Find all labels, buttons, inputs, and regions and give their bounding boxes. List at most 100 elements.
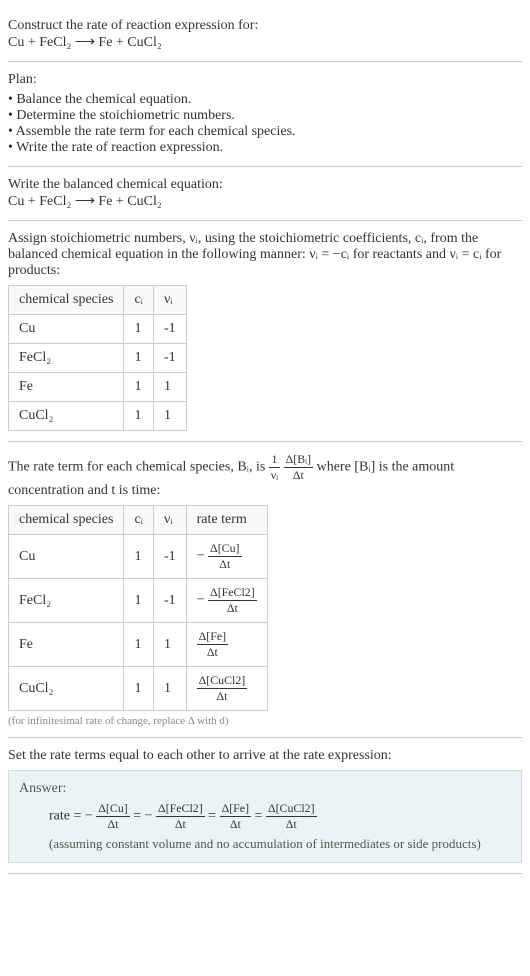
table-header-row: chemical species cᵢ νᵢ [9, 286, 187, 315]
table-header-row: chemical species cᵢ νᵢ rate term [9, 506, 268, 535]
table-row: CuCl₂ 1 1 Δ[CuCl2] Δt [9, 667, 268, 711]
rateterm-intro: The rate term for each chemical species,… [8, 452, 522, 499]
delta-b-fraction: Δ[Bᵢ] Δt [284, 452, 313, 483]
construct-title: Construct the rate of reaction expressio… [8, 18, 522, 34]
rateterm-table: chemical species cᵢ νᵢ rate term Cu 1 -1… [8, 505, 268, 711]
species-cell: CuCl₂ [9, 667, 124, 711]
fraction-numerator: Δ[Cu] [208, 541, 241, 557]
v-cell: -1 [153, 344, 186, 373]
fraction-denominator: Δt [208, 557, 241, 572]
c-cell: 1 [124, 535, 154, 579]
table-header: rate term [186, 506, 267, 535]
table-row: FeCl₂ 1 -1 [9, 344, 187, 373]
c-cell: 1 [124, 667, 154, 711]
plan-item: Write the rate of reaction expression. [8, 140, 522, 156]
c-cell: 1 [124, 402, 154, 431]
species-cell: Cu [9, 535, 124, 579]
rate-fraction: Δ[FeCl2] Δt [208, 585, 257, 616]
rate-prefix: rate = − [49, 809, 93, 824]
fraction-denominator: Δt [208, 601, 257, 616]
stoich-section: Assign stoichiometric numbers, νᵢ, using… [8, 221, 522, 442]
v-cell: 1 [153, 373, 186, 402]
rate-fraction: Δ[CuCl2] Δt [197, 673, 248, 704]
equals-sep: = − [133, 809, 152, 824]
table-header: νᵢ [153, 506, 186, 535]
fraction-denominator: Δt [220, 817, 251, 832]
rate-fraction: Δ[CuCl2] Δt [266, 801, 317, 832]
fraction-numerator: Δ[Fe] [220, 801, 251, 817]
c-cell: 1 [124, 373, 154, 402]
fraction-numerator: Δ[CuCl2] [197, 673, 248, 689]
rate-fraction: Δ[Cu] Δt [96, 801, 129, 832]
table-header: cᵢ [124, 506, 154, 535]
equals-sep: = [208, 809, 219, 824]
v-cell: -1 [153, 579, 186, 623]
species-cell: FeCl₂ [9, 344, 124, 373]
rateterm-section: The rate term for each chemical species,… [8, 442, 522, 738]
fraction-numerator: 1 [269, 452, 280, 468]
answer-box: Answer: rate = − Δ[Cu] Δt = − Δ[FeCl2] Δ… [8, 770, 522, 863]
v-cell: 1 [153, 667, 186, 711]
plan-item: Assemble the rate term for each chemical… [8, 124, 522, 140]
table-row: Fe 1 1 [9, 373, 187, 402]
answer-label: Answer: [19, 781, 511, 797]
fraction-numerator: Δ[FeCl2] [208, 585, 257, 601]
fraction-denominator: Δt [156, 817, 205, 832]
fraction-denominator: Δt [197, 645, 228, 660]
table-header: cᵢ [124, 286, 154, 315]
one-over-nu-fraction: 1 νᵢ [269, 452, 280, 483]
v-cell: -1 [153, 535, 186, 579]
table-header: chemical species [9, 286, 124, 315]
plan-section: Plan: Balance the chemical equation. Det… [8, 62, 522, 167]
fraction-numerator: Δ[CuCl2] [266, 801, 317, 817]
species-cell: FeCl₂ [9, 579, 124, 623]
infinitesimal-note: (for infinitesimal rate of change, repla… [8, 715, 522, 727]
rate-fraction: Δ[Fe] Δt [220, 801, 251, 832]
fraction-denominator: Δt [96, 817, 129, 832]
rate-fraction: Δ[Cu] Δt [208, 541, 241, 572]
fraction-denominator: νᵢ [269, 468, 280, 483]
table-header: chemical species [9, 506, 124, 535]
rate-fraction: Δ[FeCl2] Δt [156, 801, 205, 832]
fraction-numerator: Δ[Fe] [197, 629, 228, 645]
plan-list: Balance the chemical equation. Determine… [8, 92, 522, 156]
fraction-numerator: Δ[Bᵢ] [284, 452, 313, 468]
rate-cell: Δ[CuCl2] Δt [186, 667, 267, 711]
rate-expression: rate = − Δ[Cu] Δt = − Δ[FeCl2] Δt = Δ[Fe… [19, 801, 511, 832]
c-cell: 1 [124, 344, 154, 373]
equals-sep: = [255, 809, 266, 824]
stoich-table: chemical species cᵢ νᵢ Cu 1 -1 FeCl₂ 1 -… [8, 285, 187, 431]
plan-title: Plan: [8, 72, 522, 88]
construct-equation: Cu + FeCl₂ ⟶ Fe + CuCl₂ [8, 34, 522, 51]
rateterm-intro-a: The rate term for each chemical species,… [8, 460, 269, 475]
rate-cell: − Δ[FeCl2] Δt [186, 579, 267, 623]
table-row: Fe 1 1 Δ[Fe] Δt [9, 623, 268, 667]
fraction-denominator: Δt [266, 817, 317, 832]
rate-sign: − [197, 593, 205, 608]
stoich-intro: Assign stoichiometric numbers, νᵢ, using… [8, 231, 522, 279]
final-section: Set the rate terms equal to each other t… [8, 738, 522, 874]
c-cell: 1 [124, 315, 154, 344]
species-cell: Fe [9, 373, 124, 402]
construct-section: Construct the rate of reaction expressio… [8, 8, 522, 62]
table-header: νᵢ [153, 286, 186, 315]
species-cell: Cu [9, 315, 124, 344]
final-title: Set the rate terms equal to each other t… [8, 748, 522, 764]
table-row: Cu 1 -1 − Δ[Cu] Δt [9, 535, 268, 579]
species-cell: Fe [9, 623, 124, 667]
c-cell: 1 [124, 623, 154, 667]
balanced-equation: Cu + FeCl₂ ⟶ Fe + CuCl₂ [8, 193, 522, 210]
fraction-numerator: Δ[FeCl2] [156, 801, 205, 817]
table-row: Cu 1 -1 [9, 315, 187, 344]
plan-item: Determine the stoichiometric numbers. [8, 108, 522, 124]
c-cell: 1 [124, 579, 154, 623]
rate-cell: − Δ[Cu] Δt [186, 535, 267, 579]
balanced-title: Write the balanced chemical equation: [8, 177, 522, 193]
fraction-denominator: Δt [284, 468, 313, 483]
v-cell: -1 [153, 315, 186, 344]
species-cell: CuCl₂ [9, 402, 124, 431]
rate-sign: − [197, 549, 205, 564]
v-cell: 1 [153, 402, 186, 431]
answer-assumption: (assuming constant volume and no accumul… [19, 836, 511, 852]
plan-item: Balance the chemical equation. [8, 92, 522, 108]
